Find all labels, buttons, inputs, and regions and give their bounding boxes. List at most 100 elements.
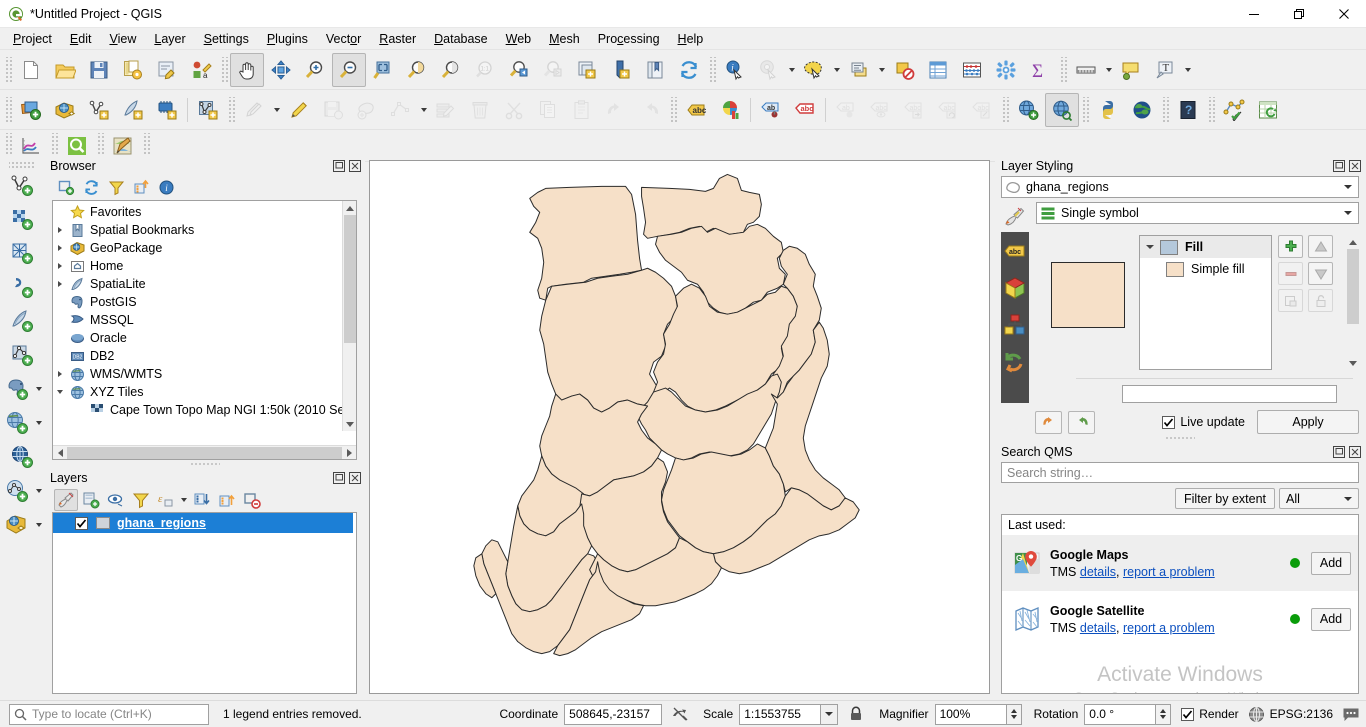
move-symbol-layer-up-button[interactable]	[1308, 235, 1333, 258]
browser-close-icon[interactable]	[348, 159, 361, 172]
add-postgis-layer-icon[interactable]	[0, 373, 34, 405]
magnifier-spinner[interactable]	[1006, 703, 1022, 725]
collapse-all-icon[interactable]	[129, 177, 153, 199]
move-symbol-layer-down-button[interactable]	[1308, 262, 1333, 285]
layer-item-ghana-regions[interactable]: ghana_regions	[53, 513, 356, 533]
coordinate-field[interactable]: 508645,-23157	[564, 703, 663, 725]
save-layer-edits-icon[interactable]	[316, 93, 350, 127]
layer-styling-scrollbar[interactable]	[1346, 235, 1360, 370]
render-toggle[interactable]: Render	[1181, 707, 1239, 721]
zoom-out-icon[interactable]	[332, 52, 366, 87]
symbol-unit-button[interactable]	[1340, 385, 1353, 403]
lock-symbol-layer-button[interactable]	[1308, 289, 1333, 312]
browser-vsb-thumb[interactable]	[343, 215, 356, 343]
add-delimited-text-layer-icon[interactable]	[5, 271, 39, 303]
zoom-native-icon[interactable]: 1:1	[468, 53, 502, 87]
search-qms-float-icon[interactable]	[1332, 445, 1345, 458]
diagrams-tab-icon[interactable]	[1002, 312, 1028, 338]
current-edits-dropdown[interactable]	[271, 93, 282, 127]
cut-features-icon[interactable]	[497, 93, 531, 127]
attribute-table-refresh-icon[interactable]	[1251, 93, 1285, 127]
qms-details-link[interactable]: details	[1080, 565, 1116, 579]
statistical-summary-icon[interactable]	[955, 53, 989, 87]
expression-filter-icon[interactable]: ε	[154, 489, 178, 511]
properties-info-icon[interactable]: i	[154, 177, 178, 199]
scroll-down-arrow[interactable]	[342, 417, 356, 431]
chevron-down-icon[interactable]	[1140, 245, 1160, 249]
rotation-spinner[interactable]	[1156, 703, 1172, 725]
text-annotation-icon[interactable]: T	[1148, 53, 1182, 87]
layer-styling-float-icon[interactable]	[1332, 159, 1345, 172]
qms-report-link[interactable]: report a problem	[1123, 621, 1215, 635]
crs-label[interactable]: EPSG:2136	[1270, 707, 1333, 721]
chevron-right-icon[interactable]	[53, 227, 67, 233]
browser-hsb-thumb[interactable]	[67, 446, 342, 459]
symbol-tree-row-simple-fill[interactable]: Simple fill	[1140, 258, 1271, 280]
menu-edit[interactable]: Edit	[61, 30, 101, 48]
add-selected-layers-icon[interactable]	[54, 177, 78, 199]
layer-visibility-checkbox[interactable]	[75, 516, 88, 530]
qms-result-google-maps[interactable]: G Google Maps TMS details, report a prob…	[1002, 535, 1358, 591]
toolbar-grip-6[interactable]	[227, 96, 235, 123]
vertex-tool-dropdown[interactable]	[418, 93, 429, 127]
apply-button[interactable]: Apply	[1257, 410, 1359, 434]
qms-search-input[interactable]: Search string…	[1001, 462, 1359, 483]
pin-labels-icon[interactable]: ab	[754, 93, 788, 127]
crs-globe-icon[interactable]	[1246, 703, 1268, 725]
new-project-icon[interactable]	[14, 53, 48, 87]
ghana-regions-map[interactable]	[370, 161, 989, 693]
browser-item-spatialite[interactable]: SpatiaLite	[53, 275, 356, 293]
georeferencer-icon[interactable]	[1217, 93, 1251, 127]
menu-plugins[interactable]: Plugins	[258, 30, 317, 48]
browser-item-cape-town-topo[interactable]: Cape Town Topo Map NGI 1:50k (2010 Serie…	[53, 401, 356, 419]
browser-horizontal-scrollbar[interactable]	[53, 445, 356, 459]
add-wfs-layer-icon[interactable]	[5, 441, 39, 473]
rotation-field[interactable]: 0.0 °	[1084, 703, 1157, 725]
add-group-icon[interactable]	[79, 489, 103, 511]
chevron-down-icon[interactable]	[53, 390, 67, 394]
add-arcgis-layer-icon[interactable]	[0, 475, 34, 507]
save-project-as-icon[interactable]	[116, 53, 150, 87]
run-feature-action-dropdown[interactable]	[786, 53, 797, 87]
add-geopackage-layer-icon[interactable]	[0, 509, 34, 541]
chevron-right-icon[interactable]	[53, 245, 67, 251]
scroll-up-arrow[interactable]	[342, 201, 356, 215]
toggle-editing-icon[interactable]	[282, 93, 316, 127]
menu-view[interactable]: View	[100, 30, 145, 48]
measure-line-icon[interactable]	[1069, 53, 1103, 87]
add-service-button[interactable]: Add	[1311, 551, 1351, 575]
new-print-layout-icon[interactable]	[638, 53, 672, 87]
browser-item-oracle[interactable]: Oracle	[53, 329, 356, 347]
browser-vsb-track[interactable]	[342, 215, 356, 417]
redo-icon[interactable]	[1068, 410, 1095, 434]
layers-close-icon[interactable]	[348, 471, 361, 484]
layer-styling-close-icon[interactable]	[1348, 159, 1361, 172]
undo-icon[interactable]	[1035, 410, 1062, 434]
toolbar-grip-9[interactable]	[1081, 96, 1089, 123]
browser-item-xyz-tiles[interactable]: XYZ Tiles	[53, 383, 356, 401]
browser-float-icon[interactable]	[332, 159, 345, 172]
help-contents-icon[interactable]: ?	[1171, 93, 1205, 127]
live-update-toggle[interactable]: Live update	[1162, 415, 1245, 429]
add-vector-layer-icon[interactable]	[5, 169, 39, 201]
symbol-tree-row-fill[interactable]: Fill	[1140, 236, 1271, 258]
renderer-combo[interactable]: Single symbol	[1036, 202, 1359, 224]
add-symbol-layer-button[interactable]	[1278, 235, 1303, 258]
styling-scroll-thumb[interactable]	[1347, 249, 1359, 324]
toolbar-grip-8[interactable]	[1001, 96, 1009, 123]
3d-view-tab-icon[interactable]	[1002, 275, 1028, 301]
paste-features-icon[interactable]	[565, 93, 599, 127]
qms-report-link[interactable]: report a problem	[1123, 565, 1215, 579]
qms-search-icon[interactable]	[1045, 92, 1079, 127]
remove-layer-icon[interactable]	[240, 489, 264, 511]
panel-splitter[interactable]	[44, 460, 365, 468]
history-tab-icon[interactable]	[1002, 349, 1028, 375]
measure-dropdown[interactable]	[1103, 53, 1114, 87]
add-postgis-layer-dropdown[interactable]	[34, 387, 44, 391]
search-qms-close-icon[interactable]	[1348, 445, 1361, 458]
deselect-icon[interactable]	[842, 53, 876, 87]
chevron-right-icon[interactable]	[53, 263, 67, 269]
layers-float-icon[interactable]	[332, 471, 345, 484]
add-raster-layer-icon[interactable]	[48, 93, 82, 127]
run-feature-action-icon[interactable]	[752, 53, 786, 87]
